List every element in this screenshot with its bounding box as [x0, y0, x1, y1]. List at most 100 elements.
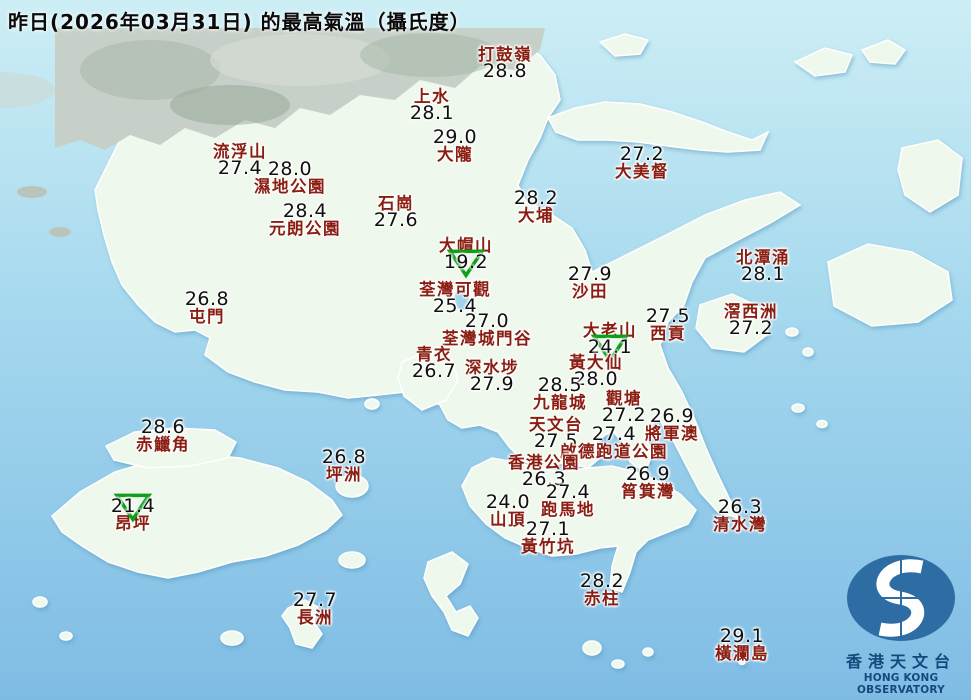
station-temperature-value: 19.2 [443, 251, 489, 273]
station: 27.7 長洲 [292, 589, 338, 627]
station-temperature: 27.4 [545, 481, 591, 503]
station-temperature-value: 28.1 [740, 263, 786, 285]
station: 深水埗 27.9 [465, 359, 519, 395]
station-temperature-value: 27.9 [469, 373, 515, 395]
station-name: 黃竹坑 [521, 537, 575, 556]
station-name: 元朗公園 [269, 219, 341, 238]
station-temperature: 26.3 [718, 498, 762, 517]
station-temperature-value: 21.4 [110, 495, 156, 517]
station: 28.2 大埔 [513, 187, 559, 225]
station-temperature-value: 28.8 [482, 60, 528, 82]
station-name: 筲箕灣 [621, 482, 675, 501]
station: 29.0 大隴 [432, 126, 478, 164]
stations-layer: 打鼓嶺 28.8 上水 28.1 29.0 大隴 流浮山 27.4 28.0 濕地公園 28.4 元朗… [0, 0, 971, 700]
station-temperature: 27.6 [373, 209, 419, 231]
station: 28.4 元朗公園 [269, 200, 341, 238]
station-temperature: 26.9 [625, 463, 671, 485]
station-temperature: 24.0 [485, 491, 531, 513]
station-temperature: 28.5 [537, 374, 583, 396]
station-temperature: 27.7 [292, 589, 338, 611]
station-name: 西貢 [650, 324, 686, 343]
station-temperature-value: 27.7 [292, 589, 338, 611]
station: 大老山 24.1 [583, 322, 637, 363]
station-temperature-value: 26.9 [625, 463, 671, 485]
station: 27.4 跑馬地 [541, 481, 595, 519]
station-temperature-value: 28.4 [282, 200, 328, 222]
hko-logo-icon [847, 555, 955, 641]
station-temperature-value: 28.2 [513, 187, 559, 209]
hko-logo-english-name: HONG KONG OBSERVATORY [857, 672, 945, 696]
station-name: 跑馬地 [541, 500, 595, 519]
station: 28.6 赤鱲角 [136, 416, 190, 454]
station-temperature-value: 24.0 [485, 491, 531, 513]
station: 27.1 黃竹坑 [521, 518, 575, 556]
station-temperature-value: 26.8 [184, 288, 230, 310]
station: 28.2 赤柱 [580, 572, 624, 608]
station-name: 沙田 [572, 282, 608, 301]
station-temperature: 26.7 [411, 360, 457, 382]
station: 石崗 27.6 [373, 195, 419, 231]
station-temperature: 28.2 [580, 572, 624, 591]
page-title: 昨日(2026年03月31日) 的最高氣溫（攝氏度） [8, 10, 471, 34]
station-temperature-value: 27.6 [373, 209, 419, 231]
station-temperature: 26.8 [321, 446, 367, 468]
station-temperature-value: 28.6 [140, 416, 186, 438]
station-temperature: 28.1 [410, 104, 454, 123]
station-temperature: 26.9 [650, 407, 694, 426]
weather-map-stage: 昨日(2026年03月31日) 的最高氣溫（攝氏度） 打鼓嶺 28.8 上水 28.1… [0, 0, 971, 700]
station-temperature-value: 26.7 [411, 360, 457, 382]
hko-logo-chinese-name: 香港天文台 [845, 652, 956, 671]
station-name: 坪洲 [326, 465, 362, 484]
station-temperature-value: 28.5 [537, 374, 583, 396]
station: 26.3 清水灣 [713, 498, 767, 534]
station-name: 濕地公園 [254, 177, 326, 196]
station-temperature: 28.1 [740, 263, 786, 285]
station-temperature: 27.9 [469, 373, 515, 395]
station-temperature: 27.2 [619, 143, 665, 165]
station: 27.9 沙田 [568, 265, 612, 301]
station-name: 清水灣 [713, 515, 767, 534]
station-temperature: 28.6 [140, 416, 186, 438]
station-temperature: 27.9 [568, 265, 612, 284]
station-name: 大隴 [437, 145, 473, 164]
station: 大帽山 19.2 [439, 237, 493, 278]
station-temperature-value: 27.5 [645, 305, 691, 327]
station: 26.8 屯門 [184, 288, 230, 326]
station-temperature-value: 27.4 [545, 481, 591, 503]
station-temperature: 27.2 [602, 406, 646, 425]
station-temperature-value: 26.8 [321, 446, 367, 468]
station: 27.5 西貢 [645, 305, 691, 343]
station-temperature: 29.1 [720, 627, 764, 646]
hko-logo: 香港天文台 HONG KONG OBSERVATORY [835, 553, 967, 696]
station-name: 屯門 [189, 307, 225, 326]
station-temperature-value: 27.2 [619, 143, 665, 165]
station: 28.5 九龍城 [533, 374, 587, 412]
station-temperature: 27.5 [645, 305, 691, 327]
station-temperature: 27.4 [591, 423, 637, 445]
station-temperature-value: 29.0 [432, 126, 478, 148]
station-temperature: 21.4 [110, 493, 156, 522]
station-temperature-value: 27.0 [464, 310, 510, 332]
station-temperature: 28.0 [267, 158, 313, 180]
station-temperature: 29.0 [432, 126, 478, 148]
station-temperature-value: 27.4 [591, 423, 637, 445]
station-temperature-value: 27.1 [525, 518, 571, 540]
station: 青衣 26.7 [411, 346, 457, 382]
station: 27.0 荃灣城門谷 [442, 310, 532, 348]
station: 滘西洲 27.2 [724, 303, 778, 338]
station-name: 赤鱲角 [136, 435, 190, 454]
station-temperature: 19.2 [443, 249, 489, 278]
station-temperature-value: 28.0 [267, 158, 313, 180]
station-name: 九龍城 [533, 393, 587, 412]
station-name: 長洲 [297, 608, 333, 627]
station: 打鼓嶺 28.8 [478, 46, 532, 82]
station: 26.8 坪洲 [321, 446, 367, 484]
station-temperature: 28.2 [513, 187, 559, 209]
station: 21.4 昂坪 [110, 493, 156, 532]
station-temperature: 28.8 [482, 60, 528, 82]
station-name: 大美督 [615, 162, 669, 181]
station-name: 大埔 [518, 206, 554, 225]
station: 26.9 筲箕灣 [621, 463, 675, 501]
station-temperature: 28.4 [282, 200, 328, 222]
station: 觀塘 27.2 [602, 390, 646, 425]
